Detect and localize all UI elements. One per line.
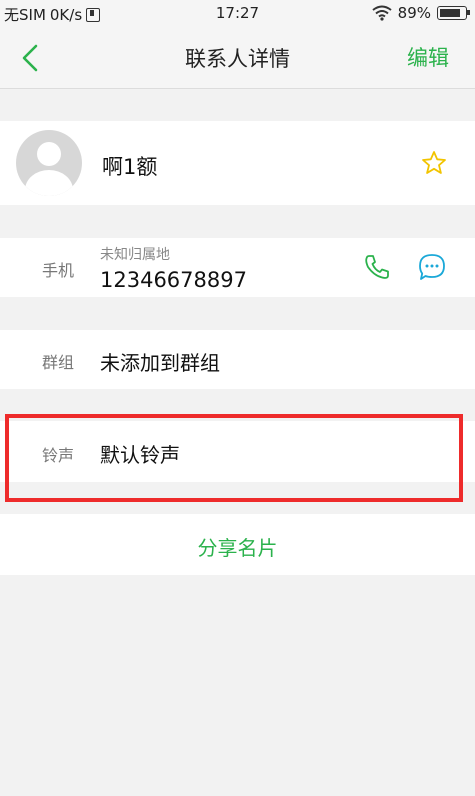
avatar-head <box>37 142 61 166</box>
wifi-icon <box>372 5 392 21</box>
contact-name: 啊1额 <box>102 155 158 179</box>
star-icon[interactable] <box>421 150 447 176</box>
share-row: 分享名片 <box>0 514 475 575</box>
avatar <box>16 130 82 196</box>
battery-percent: 89% <box>397 4 431 22</box>
contact-header-card: 啊1额 <box>0 121 475 205</box>
status-right: 89% <box>372 4 470 22</box>
message-icon[interactable] <box>417 252 447 282</box>
avatar-body <box>25 170 73 196</box>
phone-number: 12346678897 <box>100 268 247 292</box>
page-title: 联系人详情 <box>185 47 290 71</box>
phone-call-icon[interactable] <box>362 252 392 282</box>
phone-label: 手机 <box>42 261 75 280</box>
group-row[interactable]: 群组 未添加到群组 <box>0 330 475 389</box>
status-bar: 无SIM 0K/s 17:27 89% <box>0 0 475 26</box>
share-card-button[interactable]: 分享名片 <box>0 532 475 561</box>
phone-row[interactable]: 手机 未知归属地 12346678897 <box>0 238 475 297</box>
edit-button[interactable]: 编辑 <box>407 42 449 72</box>
nav-bar: 联系人详情 编辑 <box>0 26 475 89</box>
highlight-box <box>5 414 463 502</box>
battery-icon <box>437 6 470 20</box>
battery-fill <box>440 9 460 17</box>
group-label: 群组 <box>42 353 75 372</box>
group-value: 未添加到群组 <box>100 351 220 375</box>
phone-location: 未知归属地 <box>100 247 170 263</box>
